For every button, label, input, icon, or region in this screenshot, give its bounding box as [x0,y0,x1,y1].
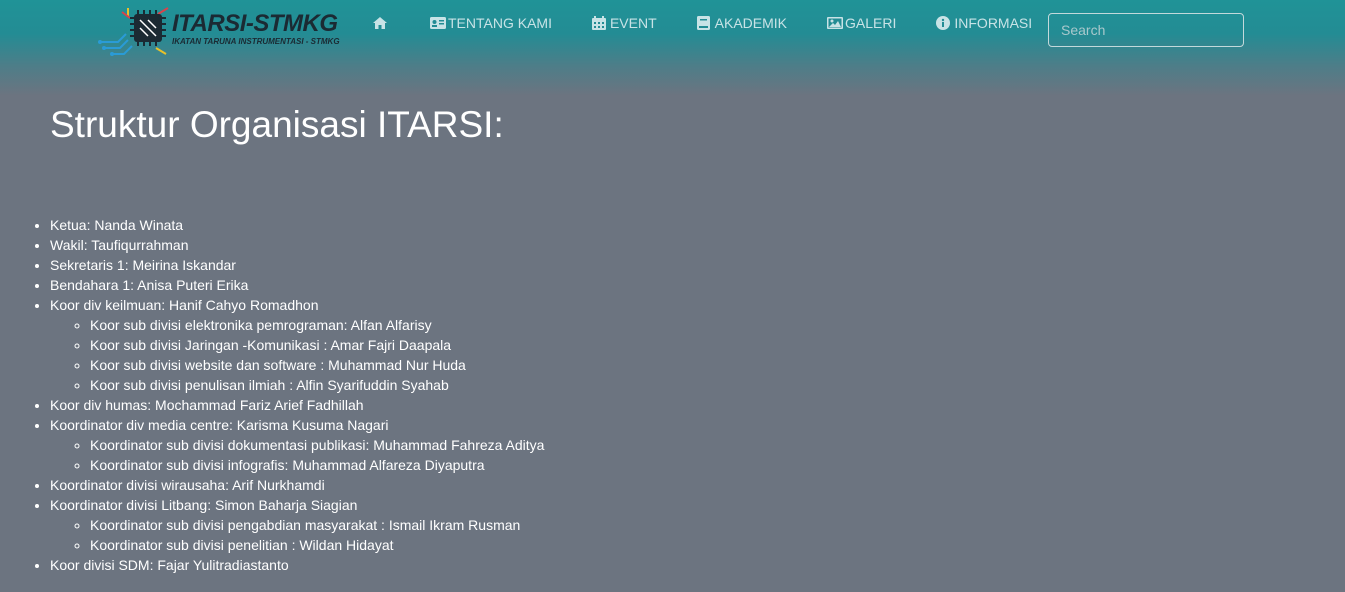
sub-list-item: Koor sub divisi website dan software : M… [90,355,544,375]
sub-list-item: Koor sub divisi Jaringan -Komunikasi : A… [90,335,544,355]
nav-home[interactable] [372,16,390,30]
nav-tentang-kami[interactable]: TENTANG KAMI [430,15,552,31]
list-item: Bendahara 1: Anisa Puteri Erika [50,275,544,295]
list-item: Koor div keilmuan: Hanif Cahyo Romadhon … [50,295,544,395]
nav-label: GALERI [845,15,897,31]
list-item: Ketua: Nanda Winata [50,215,544,235]
org-structure-list: Ketua: Nanda Winata Wakil: Taufiqurrahma… [0,215,544,575]
main-nav: TENTANG KAMI EVENT AKADEMIK GALERI INFOR… [372,14,1032,32]
calendar-icon [591,16,606,30]
sub-list-item: Koor sub divisi elektronika pemrograman:… [90,315,544,335]
book-icon [696,16,711,30]
nav-label: EVENT [609,15,657,31]
home-icon [372,16,387,30]
navbar: ITARSI-STMKG IKATAN TARUNA INSTRUMENTASI… [0,0,1345,96]
nav-akademik[interactable]: AKADEMIK [696,15,788,31]
brand-logo[interactable]: ITARSI-STMKG IKATAN TARUNA INSTRUMENTASI… [98,4,340,56]
nav-informasi[interactable]: INFORMASI [936,15,1032,31]
nav-event[interactable]: EVENT [591,15,657,31]
list-item: Koor divisi SDM: Fajar Yulitradiastanto [50,555,544,575]
sub-list-item: Koor sub divisi penulisan ilmiah : Alfin… [90,375,544,395]
sub-list: Koor sub divisi elektronika pemrograman:… [50,315,544,395]
nav-label: INFORMASI [954,15,1033,31]
list-item: Koor div humas: Mochammad Fariz Arief Fa… [50,395,544,415]
sub-list: Koordinator sub divisi pengabdian masyar… [50,515,544,555]
sub-list-item: Koordinator sub divisi penelitian : Wild… [90,535,544,555]
sub-list: Koordinator sub divisi dokumentasi publi… [50,435,544,475]
sub-list-item: Koordinator sub divisi pengabdian masyar… [90,515,544,535]
brand-subtitle: IKATAN TARUNA INSTRUMENTASI - STMKG [172,37,340,46]
sub-list-item: Koordinator sub divisi dokumentasi publi… [90,435,544,455]
list-item: Sekretaris 1: Meirina Iskandar [50,255,544,275]
info-circle-icon [936,16,951,30]
list-item: Koordinator divisi Litbang: Simon Baharj… [50,495,544,555]
list-item: Wakil: Taufiqurrahman [50,235,544,255]
brand-title: ITARSI-STMKG [172,10,338,37]
list-item: Koordinator div media centre: Karisma Ku… [50,415,544,475]
circuit-chip-logo-icon [98,4,172,56]
nav-label: AKADEMIK [714,15,788,31]
image-icon [827,16,844,30]
nav-label: TENTANG KAMI [448,15,552,31]
search-input[interactable] [1048,13,1244,47]
list-item: Koordinator divisi wirausaha: Arif Nurkh… [50,475,544,495]
id-card-icon [430,16,446,30]
nav-galeri[interactable]: GALERI [827,15,896,31]
sub-list-item: Koordinator sub divisi infografis: Muham… [90,455,544,475]
page-title: Struktur Organisasi ITARSI: [50,104,504,145]
